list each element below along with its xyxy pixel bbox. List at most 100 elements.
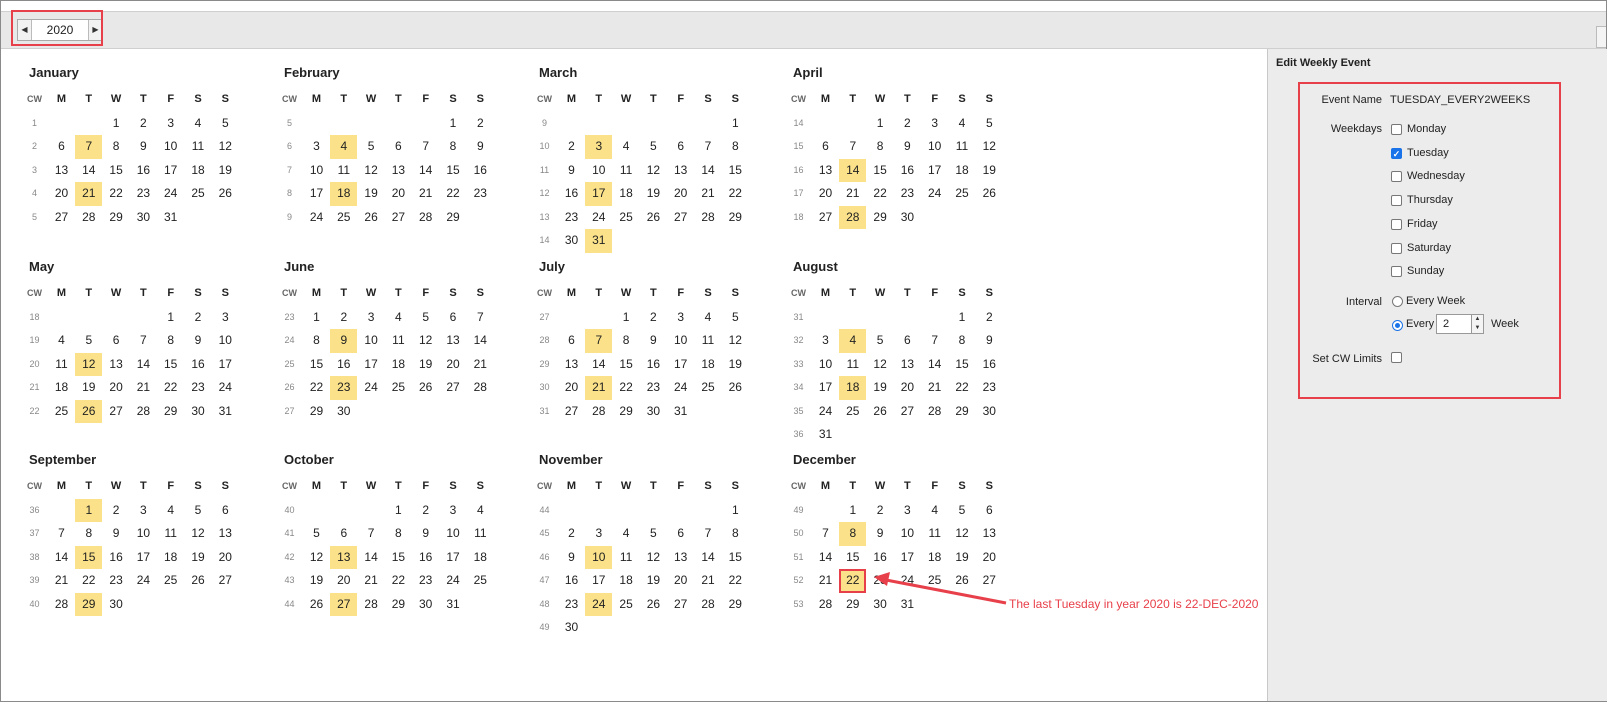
day-cell[interactable]: 25 — [385, 376, 412, 400]
interval-spinner[interactable]: ▲ ▼ — [1472, 314, 1484, 334]
day-cell[interactable]: 1 — [103, 112, 130, 136]
day-cell[interactable]: 15 — [722, 546, 749, 570]
day-cell[interactable]: 28 — [130, 400, 157, 424]
day-cell[interactable]: 26 — [640, 206, 667, 230]
day-cell[interactable]: 26 — [976, 182, 1003, 206]
day-cell[interactable]: 24 — [921, 182, 948, 206]
day-cell[interactable]: 24 — [303, 206, 330, 230]
day-cell[interactable]: 10 — [440, 522, 467, 546]
day-cell[interactable]: 6 — [103, 329, 130, 353]
day-cell[interactable]: 5 — [303, 522, 330, 546]
day-cell[interactable]: 14 — [130, 353, 157, 377]
day-cell[interactable]: 17 — [894, 546, 921, 570]
day-cell[interactable]: 6 — [212, 499, 239, 523]
day-cell[interactable]: 9 — [412, 522, 439, 546]
day-cell[interactable]: 28 — [921, 400, 948, 424]
day-cell[interactable]: 8 — [839, 522, 867, 546]
day-cell[interactable]: 8 — [867, 135, 894, 159]
day-cell[interactable]: 28 — [812, 593, 839, 617]
day-cell[interactable]: 20 — [894, 376, 921, 400]
day-cell[interactable]: 13 — [212, 522, 239, 546]
day-cell[interactable]: 31 — [157, 206, 184, 230]
day-cell[interactable]: 9 — [467, 135, 494, 159]
day-cell[interactable]: 21 — [75, 182, 103, 206]
day-cell[interactable]: 23 — [558, 206, 585, 230]
day-cell[interactable]: 6 — [894, 329, 921, 353]
weekday-checkbox-thursday[interactable] — [1391, 195, 1402, 207]
day-cell[interactable]: 13 — [385, 159, 412, 183]
day-cell[interactable]: 10 — [303, 159, 330, 183]
day-cell[interactable]: 2 — [467, 112, 494, 136]
day-cell[interactable]: 19 — [412, 353, 439, 377]
day-cell[interactable]: 17 — [585, 569, 612, 593]
day-cell[interactable]: 24 — [585, 592, 613, 616]
day-cell[interactable]: 31 — [212, 400, 239, 424]
day-cell[interactable]: 16 — [558, 182, 585, 206]
day-cell[interactable]: 17 — [440, 546, 467, 570]
day-cell[interactable]: 29 — [385, 593, 412, 617]
day-cell[interactable]: 2 — [103, 499, 130, 523]
day-cell[interactable]: 4 — [185, 112, 212, 136]
day-cell[interactable]: 5 — [867, 329, 894, 353]
day-cell[interactable]: 7 — [695, 522, 722, 546]
day-cell[interactable]: 27 — [330, 592, 358, 616]
day-cell[interactable]: 19 — [722, 353, 749, 377]
day-cell[interactable]: 29 — [440, 206, 467, 230]
day-cell[interactable]: 5 — [212, 112, 239, 136]
day-cell[interactable]: 11 — [467, 522, 494, 546]
day-cell[interactable]: 2 — [894, 112, 921, 136]
day-cell[interactable]: 19 — [212, 159, 239, 183]
day-cell[interactable]: 28 — [695, 206, 722, 230]
day-cell[interactable]: 2 — [976, 306, 1003, 330]
day-cell[interactable]: 3 — [812, 329, 839, 353]
day-cell[interactable]: 25 — [613, 593, 640, 617]
day-cell[interactable]: 19 — [640, 182, 667, 206]
day-cell[interactable]: 28 — [695, 593, 722, 617]
year-spinner[interactable]: ◀ 2020 ▶ — [17, 19, 103, 41]
day-cell[interactable]: 21 — [130, 376, 157, 400]
day-cell[interactable]: 26 — [412, 376, 439, 400]
day-cell[interactable]: 6 — [48, 135, 75, 159]
day-cell[interactable]: 12 — [303, 546, 330, 570]
day-cell[interactable]: 27 — [48, 206, 75, 230]
day-cell[interactable]: 21 — [695, 182, 722, 206]
day-cell[interactable]: 8 — [722, 135, 749, 159]
day-cell[interactable]: 3 — [303, 135, 330, 159]
day-cell[interactable]: 27 — [212, 569, 239, 593]
day-cell[interactable]: 3 — [921, 112, 948, 136]
day-cell[interactable]: 11 — [613, 546, 640, 570]
day-cell[interactable]: 29 — [949, 400, 976, 424]
day-cell[interactable]: 25 — [921, 569, 948, 593]
day-cell[interactable]: 23 — [330, 376, 358, 400]
day-cell[interactable]: 23 — [894, 182, 921, 206]
day-cell[interactable]: 16 — [867, 546, 894, 570]
day-cell[interactable]: 24 — [812, 400, 839, 424]
day-cell[interactable]: 17 — [130, 546, 157, 570]
day-cell[interactable]: 5 — [976, 112, 1003, 136]
day-cell[interactable]: 2 — [412, 499, 439, 523]
day-cell[interactable]: 1 — [385, 499, 412, 523]
day-cell[interactable]: 23 — [867, 569, 894, 593]
day-cell[interactable]: 22 — [103, 182, 130, 206]
day-cell[interactable]: 18 — [921, 546, 948, 570]
day-cell[interactable]: 24 — [440, 569, 467, 593]
day-cell[interactable]: 3 — [585, 135, 613, 159]
day-cell[interactable]: 5 — [640, 135, 667, 159]
year-value[interactable]: 2020 — [32, 20, 88, 40]
day-cell[interactable]: 30 — [976, 400, 1003, 424]
day-cell[interactable]: 3 — [667, 306, 694, 330]
day-cell[interactable]: 31 — [585, 229, 613, 253]
day-cell[interactable]: 17 — [585, 182, 613, 206]
day-cell[interactable]: 22 — [867, 182, 894, 206]
day-cell[interactable]: 8 — [949, 329, 976, 353]
day-cell[interactable]: 8 — [613, 329, 640, 353]
day-cell[interactable]: 9 — [894, 135, 921, 159]
event-name-value[interactable]: TUESDAY_EVERY2WEEKS — [1390, 94, 1530, 106]
day-cell[interactable]: 13 — [330, 545, 358, 569]
day-cell[interactable]: 9 — [185, 329, 212, 353]
day-cell[interactable]: 12 — [867, 353, 894, 377]
day-cell[interactable]: 31 — [667, 400, 694, 424]
day-cell[interactable]: 5 — [949, 499, 976, 523]
day-cell[interactable]: 28 — [412, 206, 439, 230]
day-cell[interactable]: 1 — [722, 499, 749, 523]
